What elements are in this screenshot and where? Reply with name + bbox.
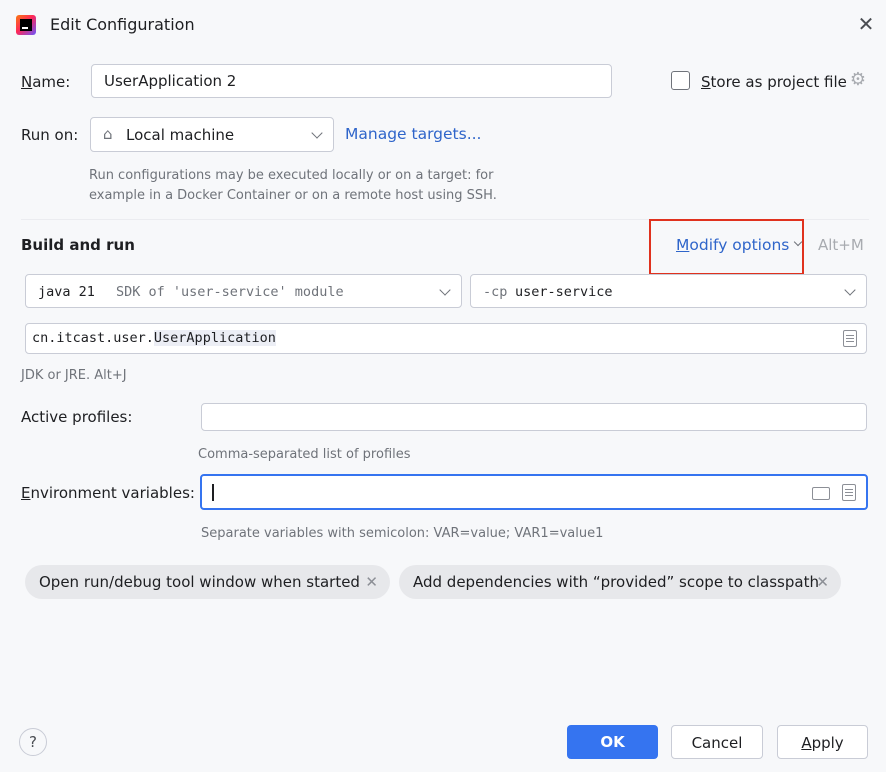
cp-flag: -cp: [483, 284, 508, 300]
name-input-value: UserApplication 2: [104, 72, 237, 90]
ok-button[interactable]: OK: [567, 725, 658, 759]
run-on-hint-2: example in a Docker Container or on a re…: [89, 188, 497, 203]
folder-icon[interactable]: [812, 487, 830, 500]
jdk-dropdown[interactable]: java 21 SDK of 'user-service' module: [25, 274, 462, 308]
modify-options-link[interactable]: Modify options: [676, 236, 789, 254]
run-on-dropdown[interactable]: ⌂ Local machine: [90, 117, 334, 152]
run-on-hint-1: Run configurations may be executed local…: [89, 168, 494, 183]
app-icon: [16, 15, 36, 35]
name-label: Name:: [21, 73, 71, 91]
option-chip[interactable]: Open run/debug tool window when started …: [25, 565, 390, 599]
store-checkbox[interactable]: [671, 71, 690, 90]
classpath-dropdown[interactable]: -cp user-service: [470, 274, 867, 308]
env-label: Environment variables:: [21, 484, 195, 502]
chevron-down-icon: [439, 284, 451, 296]
cancel-button[interactable]: Cancel: [671, 725, 763, 759]
profiles-hint: Comma-separated list of profiles: [198, 447, 411, 462]
gear-icon[interactable]: ⚙: [848, 70, 868, 90]
run-on-value: Local machine: [126, 126, 235, 144]
env-input[interactable]: [200, 474, 868, 510]
profiles-label: Active profiles:: [21, 408, 133, 426]
manage-targets-link[interactable]: Manage targets...: [345, 125, 481, 143]
build-run-title: Build and run: [21, 236, 135, 254]
cp-value: user-service: [515, 284, 613, 300]
jdk-desc: SDK of 'user-service' module: [116, 284, 344, 300]
apply-button[interactable]: Apply: [777, 725, 868, 759]
profiles-input[interactable]: [201, 403, 867, 431]
env-hint: Separate variables with semicolon: VAR=v…: [201, 526, 604, 541]
help-button[interactable]: ?: [19, 728, 47, 756]
chip-label: Open run/debug tool window when started: [39, 573, 360, 591]
home-icon: ⌂: [103, 125, 113, 143]
run-on-label: Run on:: [21, 126, 79, 144]
jdk-hint: JDK or JRE. Alt+J: [21, 368, 127, 383]
chevron-down-icon: [844, 284, 856, 296]
name-input[interactable]: UserApplication 2: [91, 64, 612, 98]
close-icon[interactable]: ✕: [365, 565, 378, 599]
window-title: Edit Configuration: [50, 15, 195, 34]
text-cursor: [212, 484, 214, 501]
list-icon[interactable]: [842, 484, 856, 501]
chip-label: Add dependencies with “provided” scope t…: [413, 573, 819, 591]
main-class-input[interactable]: cn.itcast.user.UserApplication: [25, 323, 867, 354]
option-chip[interactable]: Add dependencies with “provided” scope t…: [399, 565, 841, 599]
store-label[interactable]: Store as project file: [701, 73, 847, 91]
modify-shortcut: Alt+M: [818, 236, 864, 254]
list-icon[interactable]: [843, 330, 857, 347]
close-icon[interactable]: ✕: [856, 14, 876, 34]
close-icon[interactable]: ✕: [816, 565, 829, 599]
jdk-name: java 21: [38, 284, 95, 300]
main-class-value: cn.itcast.user.UserApplication: [32, 330, 276, 346]
chevron-down-icon: [311, 127, 323, 139]
